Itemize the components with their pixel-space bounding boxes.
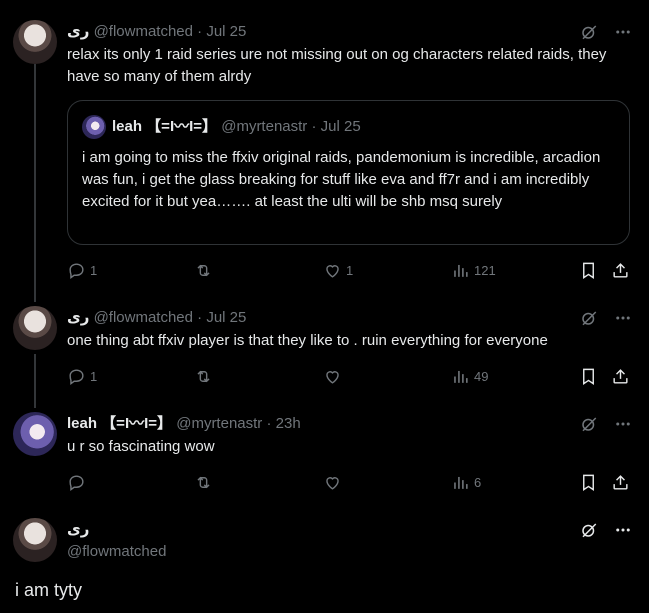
handle: @myrtenastr [221, 118, 308, 135]
reply-button[interactable]: 1 [67, 260, 97, 280]
bookmark-icon [583, 474, 594, 491]
tweet-text: relax its only 1 raid series ure not mis… [67, 46, 607, 85]
bookmark-button[interactable] [579, 472, 598, 492]
tweet[interactable]: ری @flowmatched · Jul 25 relax its only … [0, 20, 649, 290]
share-icon [613, 262, 628, 278]
views-button[interactable]: 121 [451, 260, 496, 280]
tweet-top-icons [579, 520, 633, 540]
tweet-header: leah 【=Ι〰Ι=】 @myrtenastr · 23h [67, 414, 301, 434]
grok-icon[interactable] [579, 22, 599, 42]
avatar[interactable] [13, 20, 57, 64]
reply-count: 1 [90, 262, 98, 278]
avatar [82, 115, 106, 139]
main-tweet-text: i am tyty [15, 580, 83, 600]
share-button[interactable] [611, 260, 630, 280]
main-tweet[interactable]: ری @flowmatched i am tyty [0, 518, 649, 613]
grok-icon[interactable] [579, 520, 599, 540]
tweet-top-icons [579, 414, 633, 434]
tweet-header: ری @flowmatched · Jul 25 [67, 308, 246, 328]
tweet-top-icons [579, 22, 633, 42]
display-name: leah 【=Ι〰Ι=】 [112, 118, 218, 135]
like-button[interactable]: 1 [323, 260, 353, 280]
views-icon [454, 370, 468, 383]
display-name[interactable]: ری [67, 23, 89, 40]
views-count: 121 [474, 262, 496, 278]
tweet-top-icons [579, 308, 633, 328]
views-icon [454, 264, 468, 277]
timestamp[interactable]: Jul 25 [206, 309, 246, 326]
reply-icon [69, 368, 84, 385]
timestamp[interactable]: 23h [276, 415, 301, 432]
retweet-button[interactable] [194, 366, 217, 386]
action-bar: 6 [67, 472, 631, 492]
timestamp[interactable]: Jul 25 [206, 23, 246, 40]
share-icon [613, 474, 628, 490]
views-button[interactable]: 6 [451, 472, 481, 492]
avatar[interactable] [13, 518, 57, 562]
separator: · [197, 23, 203, 40]
heart-icon [326, 264, 339, 278]
tweet[interactable]: leah 【=Ι〰Ι=】 @myrtenastr · 23h u r so fa… [0, 412, 649, 502]
display-name[interactable]: ری [67, 520, 89, 540]
more-icon[interactable] [613, 520, 633, 540]
handle[interactable]: @myrtenastr [176, 415, 262, 432]
quote-header: leah 【=Ι〰Ι=】 @myrtenastr · Jul 25 [112, 117, 361, 137]
action-bar: 1 49 [67, 366, 631, 386]
share-button[interactable] [611, 366, 630, 386]
grok-icon[interactable] [579, 308, 599, 328]
like-count: 1 [346, 262, 354, 278]
retweet-icon [197, 476, 210, 488]
reply-icon [69, 474, 84, 491]
bookmark-icon [583, 368, 594, 385]
retweet-button[interactable] [194, 260, 217, 280]
display-name[interactable]: ری [67, 309, 89, 326]
bookmark-icon [583, 262, 594, 279]
more-icon[interactable] [613, 414, 633, 434]
heart-icon [326, 476, 339, 490]
separator: · [311, 118, 317, 135]
display-name[interactable]: leah 【=Ι〰Ι=】 [67, 415, 172, 432]
views-icon [454, 476, 468, 489]
bookmark-button[interactable] [579, 366, 598, 386]
handle[interactable]: @flowmatched [67, 542, 166, 562]
retweet-button[interactable] [194, 472, 217, 492]
grok-icon[interactable] [579, 414, 599, 434]
tweet-text: one thing abt ffxiv player is that they … [67, 332, 548, 349]
more-icon[interactable] [613, 308, 633, 328]
views-count: 49 [474, 368, 489, 384]
like-button[interactable] [323, 366, 346, 386]
quote-text: i am going to miss the ffxiv original ra… [82, 149, 601, 210]
bookmark-button[interactable] [579, 260, 598, 280]
quote-tweet[interactable]: leah 【=Ι〰Ι=】 @myrtenastr · Jul 25 i am g… [67, 100, 630, 245]
handle[interactable]: @flowmatched [94, 23, 193, 40]
avatar[interactable] [13, 412, 57, 456]
heart-icon [326, 370, 339, 384]
reply-count: 1 [90, 368, 98, 384]
reply-icon [69, 262, 84, 279]
reply-button[interactable] [67, 472, 90, 492]
reply-button[interactable]: 1 [67, 366, 97, 386]
share-button[interactable] [611, 472, 630, 492]
action-bar: 1 1 121 [67, 260, 631, 280]
tweet-header: ری @flowmatched · Jul 25 [67, 22, 246, 42]
more-icon[interactable] [613, 22, 633, 42]
views-count: 6 [474, 474, 482, 490]
views-button[interactable]: 49 [451, 366, 488, 386]
share-icon [613, 368, 628, 384]
like-button[interactable] [323, 472, 346, 492]
timestamp: Jul 25 [320, 118, 361, 135]
tweet-text: u r so fascinating wow [67, 438, 215, 455]
handle[interactable]: @flowmatched [94, 309, 193, 326]
retweet-icon [197, 370, 210, 382]
separator: · [266, 415, 272, 432]
separator: · [197, 309, 203, 326]
retweet-icon [197, 264, 210, 276]
tweet[interactable]: ری @flowmatched · Jul 25 one thing abt f… [0, 306, 649, 396]
avatar[interactable] [13, 306, 57, 350]
